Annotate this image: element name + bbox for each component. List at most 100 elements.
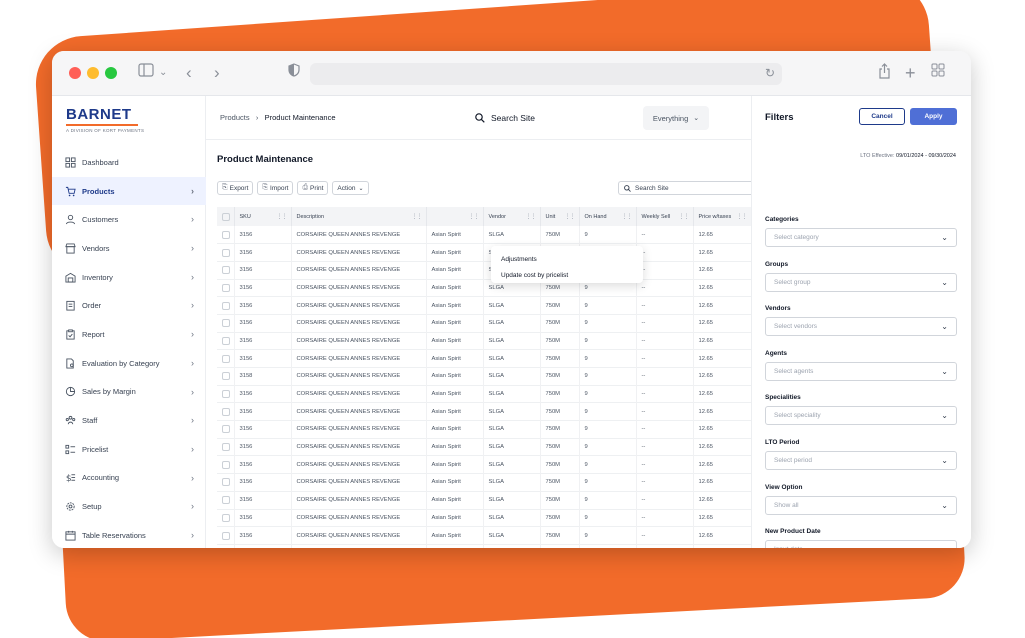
maximize-window-button[interactable] xyxy=(105,67,117,79)
row-checkbox-cell[interactable] xyxy=(217,491,235,509)
new-tab-icon[interactable]: + xyxy=(905,63,916,83)
row-checkbox[interactable] xyxy=(222,478,230,487)
sidebar-item-customers[interactable]: Customers › xyxy=(52,205,206,234)
row-checkbox-cell[interactable] xyxy=(217,226,235,244)
row-checkbox[interactable] xyxy=(222,301,230,310)
import-button[interactable]: ⎘ Import xyxy=(257,181,294,195)
row-checkbox[interactable] xyxy=(222,496,230,505)
table-row[interactable]: 3156CORSAIRE QUEEN ANNES REVENGEAsian Sp… xyxy=(217,544,751,548)
forward-icon[interactable]: › xyxy=(214,63,220,83)
minimize-window-button[interactable] xyxy=(87,67,99,79)
table-search-input[interactable]: Search Site xyxy=(618,181,751,195)
table-row[interactable]: 3156CORSAIRE QUEEN ANNES REVENGEAsian Sp… xyxy=(217,455,751,474)
sidebar-item-pricelist[interactable]: Pricelist › xyxy=(52,435,206,464)
sidebar-item-accounting[interactable]: $ Accounting › xyxy=(52,464,206,493)
column-header-description[interactable]: Description ⋮⋮ xyxy=(291,207,427,226)
share-icon[interactable] xyxy=(878,63,891,83)
tab-overview-icon[interactable] xyxy=(931,63,945,83)
table-row[interactable]: 3156CORSAIRE QUEEN ANNES REVENGEAsian Sp… xyxy=(217,296,751,315)
close-window-button[interactable] xyxy=(69,67,81,79)
row-checkbox-cell[interactable] xyxy=(217,296,235,315)
sidebar-item-report[interactable]: Report › xyxy=(52,320,206,349)
table-row[interactable]: 3156CORSAIRE QUEEN ANNES REVENGEAsian Sp… xyxy=(217,420,751,439)
column-header-price-w-taxes[interactable]: Price w/taxes ⋮⋮ xyxy=(693,207,751,226)
table-row[interactable]: 3156CORSAIRE QUEEN ANNES REVENGEAsian Sp… xyxy=(217,509,751,527)
row-checkbox[interactable] xyxy=(222,230,230,239)
row-checkbox-cell[interactable] xyxy=(217,261,235,280)
table-row[interactable]: 3156CORSAIRE QUEEN ANNES REVENGEAsian Sp… xyxy=(217,226,751,244)
table-row[interactable]: 3156CORSAIRE QUEEN ANNES REVENGEAsian Sp… xyxy=(217,261,751,280)
table-row[interactable]: 3156CORSAIRE QUEEN ANNES REVENGEAsian Sp… xyxy=(217,438,751,456)
sidebar-toggle-icon[interactable] xyxy=(138,63,154,83)
drag-handle-icon[interactable]: ⋮⋮ xyxy=(526,213,537,220)
menu-item-adjustments[interactable]: Adjustments xyxy=(491,251,643,267)
row-checkbox-cell[interactable] xyxy=(217,349,235,368)
drag-handle-icon[interactable]: ⋮⋮ xyxy=(679,213,690,220)
column-header-weekly-sell[interactable]: Weekly Sell ⋮⋮ xyxy=(636,207,694,226)
barnet-logo[interactable]: BARNET A DIVISION OF KORT PAYMENTS xyxy=(66,106,144,133)
table-row[interactable]: 3156CORSAIRE QUEEN ANNES REVENGEAsian Sp… xyxy=(217,279,751,297)
menu-item-update-cost-by-pricelist[interactable]: Update cost by pricelist xyxy=(491,267,643,283)
row-checkbox[interactable] xyxy=(222,319,230,328)
categories-select[interactable]: Select category ⌄ xyxy=(765,228,957,247)
row-checkbox-cell[interactable] xyxy=(217,420,235,439)
back-icon[interactable]: ‹ xyxy=(186,63,192,83)
cancel-button[interactable]: Cancel xyxy=(859,108,905,125)
breadcrumb-products[interactable]: Products xyxy=(220,113,250,122)
drag-handle-icon[interactable]: ⋮⋮ xyxy=(469,213,480,220)
row-checkbox[interactable] xyxy=(222,390,230,399)
chevron-down-icon[interactable]: ⌄ xyxy=(159,63,167,83)
table-row[interactable]: 3156CORSAIRE QUEEN ANNES REVENGEAsian Sp… xyxy=(217,402,751,421)
specialities-select[interactable]: Select speciality ⌄ xyxy=(765,406,957,426)
row-checkbox[interactable] xyxy=(222,266,230,275)
row-checkbox[interactable] xyxy=(222,336,230,345)
row-checkbox[interactable] xyxy=(222,425,230,434)
sidebar-item-dashboard[interactable]: Dashboard xyxy=(52,148,206,177)
vendors-select[interactable]: Select vendors ⌄ xyxy=(765,317,957,337)
drag-handle-icon[interactable]: ⋮⋮ xyxy=(737,213,748,220)
row-checkbox[interactable] xyxy=(222,513,230,522)
groups-select[interactable]: Select group ⌄ xyxy=(765,272,957,292)
column-header-sku[interactable]: SKU ⋮⋮ xyxy=(234,207,292,226)
row-checkbox[interactable] xyxy=(222,460,230,469)
export-button[interactable]: ⎘ Export xyxy=(217,181,254,195)
sidebar-item-staff[interactable]: Staff › xyxy=(52,406,206,435)
lto-period-select[interactable]: Select period ⌄ xyxy=(765,451,957,470)
sidebar-item-vendors[interactable]: Vendors › xyxy=(52,234,206,263)
select-all-checkbox-cell[interactable] xyxy=(217,207,235,226)
shield-icon[interactable] xyxy=(288,63,300,83)
search-scope-select[interactable]: Everything ⌄ xyxy=(643,106,709,130)
site-search[interactable]: Search Site xyxy=(463,106,639,130)
column-header-category[interactable]: ⋮⋮ xyxy=(426,207,484,226)
table-row[interactable]: 3156CORSAIRE QUEEN ANNES REVENGEAsian Sp… xyxy=(217,385,751,403)
sidebar-item-table-reservations[interactable]: Table Reservations › xyxy=(52,521,206,548)
table-row[interactable]: 3156CORSAIRE QUEEN ANNES REVENGEAsian Sp… xyxy=(217,526,751,545)
column-header-unit[interactable]: Unit ⋮⋮ xyxy=(540,207,580,226)
drag-handle-icon[interactable]: ⋮⋮ xyxy=(277,213,288,220)
row-checkbox[interactable] xyxy=(222,443,230,452)
row-checkbox-cell[interactable] xyxy=(217,279,235,297)
select-all-checkbox[interactable] xyxy=(222,212,230,221)
print-button[interactable]: ⎙ Print xyxy=(297,181,329,195)
row-checkbox[interactable] xyxy=(222,248,230,257)
table-row[interactable]: 3156CORSAIRE QUEEN ANNES REVENGEAsian Sp… xyxy=(217,332,751,350)
row-checkbox[interactable] xyxy=(222,372,230,381)
row-checkbox[interactable] xyxy=(222,407,230,416)
row-checkbox-cell[interactable] xyxy=(217,402,235,421)
row-checkbox-cell[interactable] xyxy=(217,332,235,350)
table-row[interactable]: 3156CORSAIRE QUEEN ANNES REVENGEAsian Sp… xyxy=(217,314,751,333)
table-row[interactable]: 3156CORSAIRE QUEEN ANNES REVENGEAsian Sp… xyxy=(217,243,751,262)
row-checkbox-cell[interactable] xyxy=(217,385,235,403)
row-checkbox-cell[interactable] xyxy=(217,314,235,333)
row-checkbox-cell[interactable] xyxy=(217,243,235,262)
sidebar-item-evaluation-by-category[interactable]: Evaluation by Category › xyxy=(52,349,206,378)
apply-button[interactable]: Apply xyxy=(910,108,957,125)
view-option-select[interactable]: Show all ⌄ xyxy=(765,495,957,515)
address-bar[interactable]: ↻ xyxy=(310,63,782,85)
new-product-date-input[interactable]: Input date xyxy=(765,540,957,548)
drag-handle-icon[interactable]: ⋮⋮ xyxy=(565,213,576,220)
row-checkbox-cell[interactable] xyxy=(217,509,235,527)
row-checkbox[interactable] xyxy=(222,283,230,292)
row-checkbox[interactable] xyxy=(222,531,230,540)
sidebar-item-sales-by-margin[interactable]: Sales by Margin › xyxy=(52,378,206,407)
